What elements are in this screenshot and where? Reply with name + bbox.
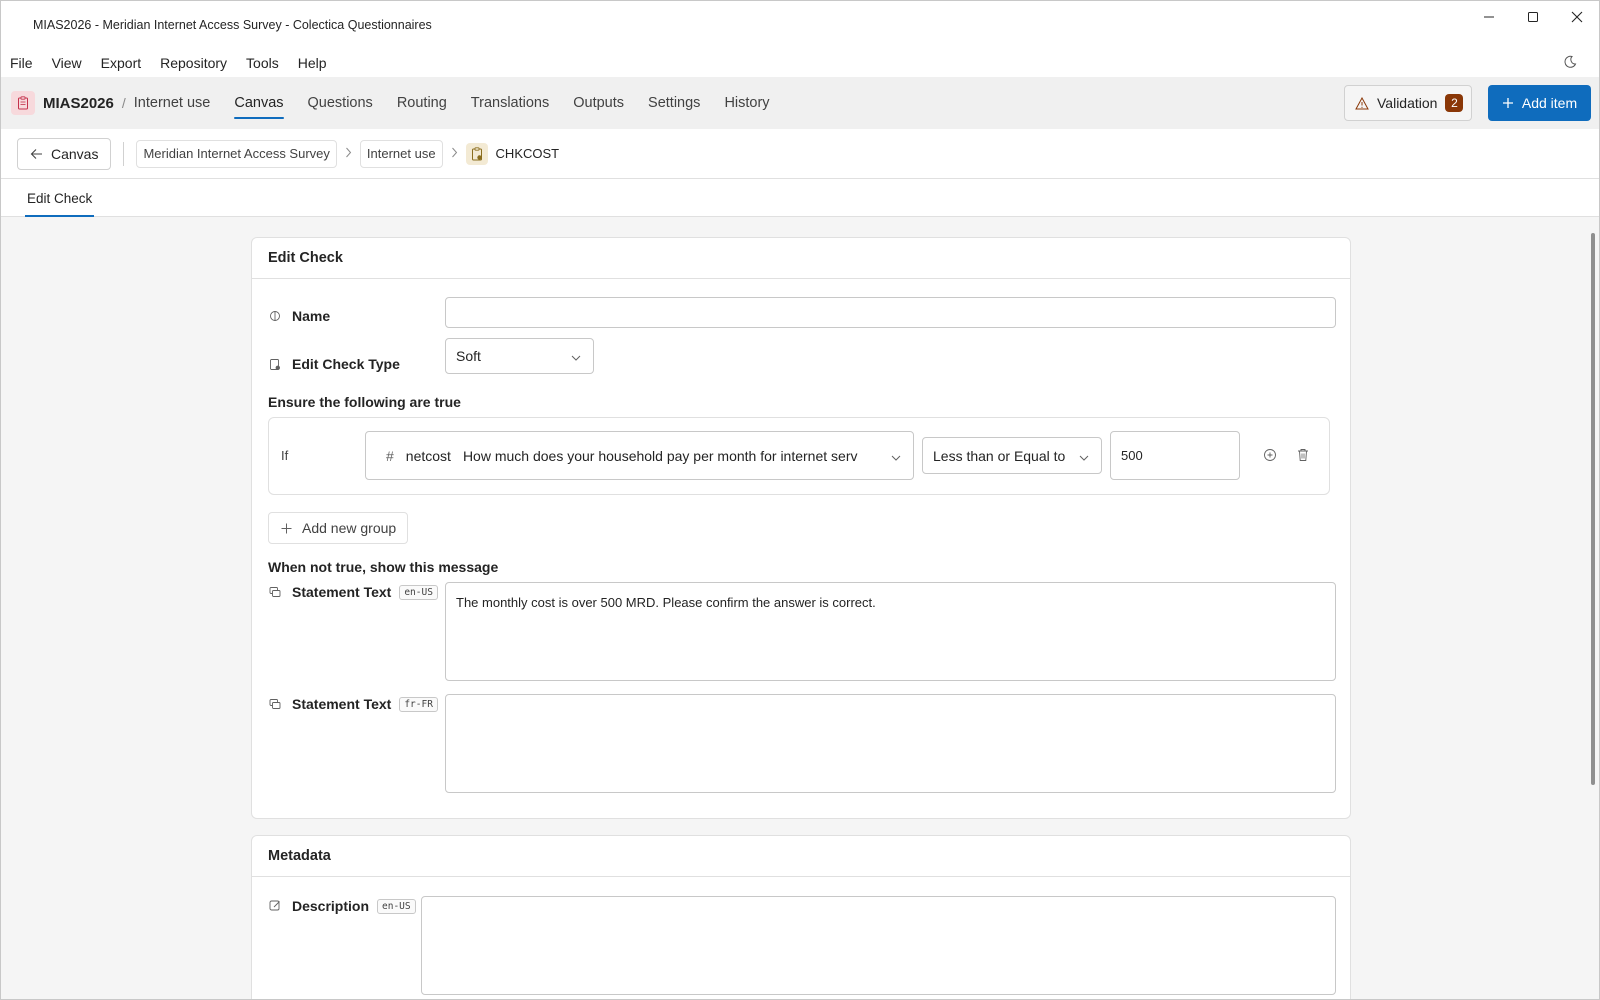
validation-button[interactable]: Validation 2 (1344, 85, 1472, 121)
statement-label: Statement Text (292, 584, 392, 600)
warning-icon (1355, 96, 1369, 110)
statement-label: Statement Text (292, 696, 392, 712)
variable-select[interactable]: # netcost How much does your household p… (365, 431, 914, 480)
type-field-icon (268, 358, 282, 371)
tab-settings[interactable]: Settings (648, 77, 700, 129)
app-nav: MIAS2026 / Internet use Canvas Questions… (1, 77, 1599, 129)
if-label: If (281, 448, 289, 463)
tab-edit-check[interactable]: Edit Check (25, 191, 95, 217)
description-label: Description (292, 898, 370, 914)
tab-history[interactable]: History (724, 77, 769, 129)
minimize-icon[interactable] (1467, 1, 1511, 33)
language-tag: fr-FR (399, 696, 438, 712)
name-field-icon (268, 310, 282, 322)
edit-check-card: Edit Check Name Edit Check Type Soft Ens… (251, 237, 1351, 819)
title-bar: MIAS2026 - Meridian Internet Access Surv… (1, 1, 1599, 49)
operator-select[interactable]: Less than or Equal to (922, 437, 1102, 474)
breadcrumb-section[interactable]: Internet use (359, 139, 443, 168)
maximize-icon[interactable] (1511, 1, 1555, 33)
hash-icon: # (386, 447, 394, 464)
description-input[interactable] (421, 896, 1336, 995)
chevron-down-icon (571, 348, 581, 364)
plus-icon (281, 523, 292, 534)
condition-value: 500 (1121, 448, 1143, 463)
breadcrumb-survey[interactable]: Meridian Internet Access Survey (136, 139, 337, 168)
arrow-left-icon (30, 148, 43, 160)
edit-check-icon (465, 142, 488, 165)
back-to-canvas-button[interactable]: Canvas (17, 137, 112, 170)
questionnaire-icon (11, 91, 35, 115)
validation-count-badge: 2 (1445, 94, 1464, 112)
divider (123, 141, 125, 166)
metadata-card: Metadata Description en-US (251, 835, 1351, 999)
operator-value: Less than or Equal to (933, 447, 1066, 464)
chevron-right-icon (345, 147, 352, 161)
tab-routing[interactable]: Routing (397, 77, 447, 129)
name-input[interactable] (445, 297, 1336, 328)
menu-help[interactable]: Help (298, 55, 327, 71)
chevron-right-icon (451, 147, 458, 161)
description-icon (268, 900, 282, 912)
window-title: MIAS2026 - Meridian Internet Access Surv… (33, 18, 432, 32)
variable-question: How much does your household pay per mon… (462, 447, 858, 464)
chevron-down-icon (891, 448, 901, 464)
language-tag: en-US (377, 898, 416, 914)
language-tag: en-US (399, 584, 438, 600)
menu-bar: File View Export Repository Tools Help (1, 49, 1599, 77)
type-select[interactable]: Soft (445, 338, 594, 374)
statement-text-fr-input[interactable] (445, 694, 1336, 793)
type-label: Edit Check Type (292, 356, 400, 372)
tab-outputs[interactable]: Outputs (573, 77, 624, 129)
menu-export[interactable]: Export (101, 55, 141, 71)
add-new-group-button[interactable]: Add new group (268, 512, 408, 544)
menu-view[interactable]: View (52, 55, 82, 71)
tab-questions[interactable]: Questions (308, 77, 373, 129)
name-label: Name (292, 308, 331, 324)
content-area: Edit Check Name Edit Check Type Soft Ens… (1, 217, 1599, 999)
message-title: When not true, show this message (268, 559, 499, 575)
chevron-down-icon (1079, 448, 1089, 464)
scrollbar[interactable] (1591, 233, 1595, 785)
add-item-label: Add item (1521, 95, 1578, 111)
trash-icon[interactable] (1297, 448, 1309, 465)
statement-icon (268, 698, 282, 710)
add-item-button[interactable]: Add item (1488, 85, 1591, 121)
add-new-group-label: Add new group (302, 520, 397, 536)
condition-value-input[interactable]: 500 (1110, 431, 1240, 480)
statement-icon (268, 586, 282, 598)
theme-toggle-icon[interactable] (1563, 55, 1577, 72)
condition-group: If # netcost How much does your househol… (268, 417, 1330, 495)
type-row: Edit Check Type (268, 356, 1334, 372)
card-title: Edit Check (252, 238, 1350, 279)
validation-label: Validation (1377, 95, 1438, 111)
ensure-title: Ensure the following are true (268, 394, 461, 410)
statement-text-en-input[interactable]: The monthly cost is over 500 MRD. Please… (445, 582, 1336, 681)
app-window: MIAS2026 - Meridian Internet Access Surv… (0, 0, 1600, 1000)
close-icon[interactable] (1555, 1, 1599, 33)
menu-tools[interactable]: Tools (246, 55, 279, 71)
section-name[interactable]: Internet use (134, 95, 211, 111)
menu-repository[interactable]: Repository (160, 55, 227, 71)
add-condition-icon[interactable] (1263, 448, 1277, 465)
metadata-title: Metadata (252, 836, 1350, 877)
tab-translations[interactable]: Translations (471, 77, 549, 129)
breadcrumb: Canvas Meridian Internet Access Survey I… (1, 129, 1599, 179)
back-label: Canvas (51, 145, 99, 162)
project-name[interactable]: MIAS2026 (43, 95, 114, 112)
window-controls (1467, 1, 1599, 33)
variable-name: netcost (405, 447, 451, 464)
tab-canvas[interactable]: Canvas (234, 77, 284, 129)
menu-file[interactable]: File (10, 55, 33, 71)
plus-icon (1502, 97, 1514, 109)
path-separator: / (121, 95, 126, 111)
type-value: Soft (456, 348, 481, 364)
breadcrumb-current: CHKCOST (495, 146, 560, 161)
sub-tabs: Edit Check (1, 179, 1599, 217)
